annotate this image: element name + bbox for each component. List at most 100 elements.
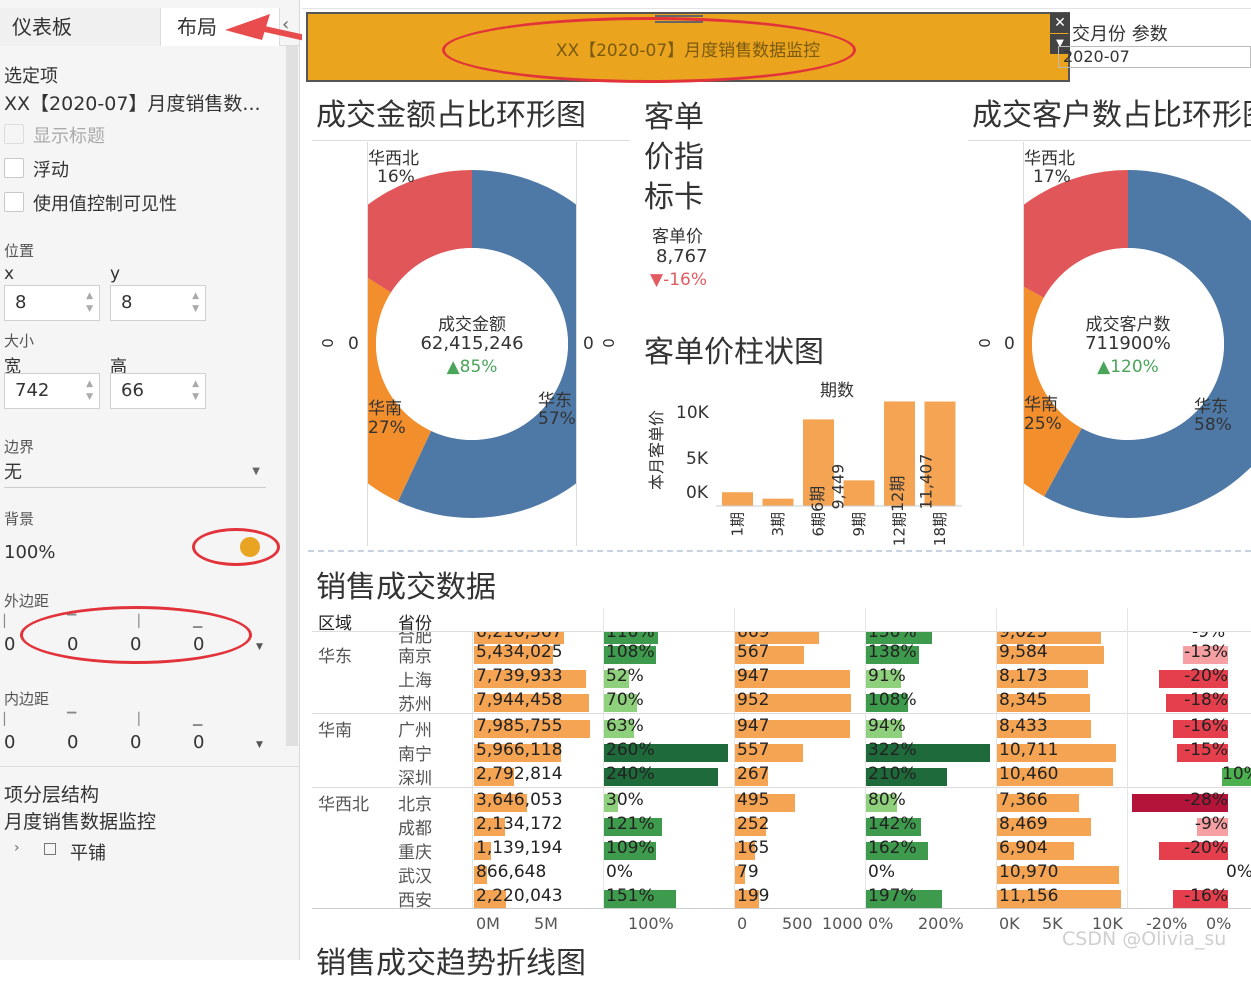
province-cell: 北京 <box>398 795 432 815</box>
price-cell: 6,904 <box>999 838 1048 858</box>
chevron-down-icon[interactable]: ▼ <box>256 642 263 652</box>
inner-left-value[interactable]: 0 <box>4 732 15 753</box>
donut2-axis-zero: 0 <box>975 338 994 348</box>
x-value: 8 <box>15 292 27 313</box>
region-cell: 华南 <box>318 721 352 741</box>
padding-top-icon: ▔ <box>67 712 77 726</box>
watermark: CSDN @Olivia_su <box>1062 928 1227 950</box>
axis-tick-label: 5M <box>534 914 558 933</box>
scrollbar[interactable] <box>286 46 298 746</box>
size-label: 大小 <box>4 332 35 350</box>
stepper-icon[interactable]: ▲ ▼ <box>86 290 93 316</box>
inner-top-value[interactable]: 0 <box>67 732 78 753</box>
donut2-center-value: 711900% <box>1085 333 1171 354</box>
tab-dashboard[interactable]: 仪表板 <box>0 8 160 46</box>
customer-cell: 495 <box>737 790 770 810</box>
chevron-down-icon[interactable]: ▼ <box>256 740 263 750</box>
donut2-label-pct: 58% <box>1194 415 1232 435</box>
y-input[interactable]: 8 ▲ ▼ <box>110 285 206 321</box>
group-line <box>312 713 1251 714</box>
customer-pct-cell: 0% <box>868 862 895 882</box>
height-input[interactable]: 66 ▲ ▼ <box>110 373 206 409</box>
bar-value: 11,407 <box>916 453 936 510</box>
x-label: x <box>4 264 15 284</box>
price-pct-cell: -16% <box>1184 886 1228 906</box>
close-icon[interactable]: ✕ <box>1050 13 1070 33</box>
ytick-label: 0K <box>686 483 708 503</box>
region-cell: 华西北 <box>318 795 369 815</box>
ytick-label: 10K <box>676 403 709 423</box>
stepper-icon[interactable]: ▲ ▼ <box>192 290 199 316</box>
chevron-right-icon[interactable]: › <box>14 840 20 856</box>
amount-cell: 5,434,025 <box>476 642 563 662</box>
width-input[interactable]: 742 ▲ ▼ <box>4 373 100 409</box>
kpi-title-line: 客单 <box>644 100 704 135</box>
inner-right-value[interactable]: 0 <box>130 732 141 753</box>
province-cell: 深圳 <box>398 769 432 789</box>
donut1-title: 成交金额占比环形图 <box>316 98 586 133</box>
stepper-icon[interactable]: ▲ ▼ <box>192 378 199 404</box>
stepper-icon[interactable]: ▲ ▼ <box>86 378 93 404</box>
province-cell: 成都 <box>398 819 432 839</box>
hierarchy-root[interactable]: 月度销售数据监控 <box>4 807 156 834</box>
section-divider <box>308 550 1251 552</box>
price-cell: 8,345 <box>999 690 1048 710</box>
inner-padding-label: 内边距 <box>4 690 50 708</box>
float-checkbox[interactable] <box>4 158 24 178</box>
price-cell: 8,433 <box>999 716 1048 736</box>
amount-cell: 1,139,194 <box>476 838 563 858</box>
axis-tick-label: 1000 <box>822 914 863 933</box>
price-pct-cell: -9% <box>1194 814 1228 834</box>
background-opacity[interactable]: 100% <box>4 542 55 563</box>
kpi-title-line: 标卡 <box>644 180 704 215</box>
amount-pct-cell: 63% <box>606 716 644 736</box>
section-rule <box>312 140 630 141</box>
outer-margin-label: 外边距 <box>4 592 50 610</box>
donut1-axis-zero: 0 <box>583 334 594 354</box>
customer-pct-cell: 197% <box>868 886 917 906</box>
donut2-label-name: 华东 <box>1194 397 1228 417</box>
padding-bottom-icon: ▁ <box>193 712 203 726</box>
param-input[interactable]: 2020-07 <box>1058 46 1251 68</box>
kpi-label: 客单价 <box>652 227 703 247</box>
table-bottom-line <box>312 908 1251 909</box>
hierarchy-child[interactable]: 平铺 <box>70 839 106 865</box>
donut2-label-pct: 25% <box>1024 414 1062 434</box>
customer-pct-cell: 322% <box>868 740 917 760</box>
bar-1期[interactable] <box>722 492 753 506</box>
selected-item-label: 选定项 <box>4 66 58 87</box>
bar-chart-ylabel: 本月客单价 <box>647 410 666 491</box>
donut1-label-pct: 57% <box>538 409 576 429</box>
inner-bottom-value[interactable]: 0 <box>193 732 204 753</box>
border-select[interactable]: 无 ▼ <box>4 458 266 488</box>
province-cell: 南京 <box>398 647 432 667</box>
table-col-rule <box>865 608 866 908</box>
axis-tick-label: 200% <box>918 914 964 933</box>
table-clip <box>312 608 1251 632</box>
customer-cell: 165 <box>737 838 770 858</box>
show-title-checkbox[interactable] <box>4 124 24 144</box>
bar-9期[interactable] <box>843 480 875 506</box>
table-col-rule <box>1127 608 1128 908</box>
param-label: 交月份 参数 <box>1072 24 1168 45</box>
amount-cell: 2,134,172 <box>476 814 563 834</box>
position-label: 位置 <box>4 242 35 260</box>
ytick-label: 5K <box>686 449 708 469</box>
canvas-top-line <box>302 8 1251 9</box>
y-value: 8 <box>121 292 133 313</box>
price-pct-cell: -13% <box>1184 642 1228 662</box>
bar-3期[interactable] <box>762 498 794 506</box>
price-pct-cell: -18% <box>1184 690 1228 710</box>
bar-value-label: 12期 <box>884 452 908 512</box>
customer-cell: 952 <box>737 690 770 710</box>
outer-left-value[interactable]: 0 <box>4 634 15 655</box>
axis-tick-label: 100% <box>628 914 674 933</box>
highlight-ring <box>192 528 280 566</box>
price-cell: 7,366 <box>999 790 1048 810</box>
axis-tick-label: 0% <box>868 914 894 933</box>
donut1-axis-zero: 0 <box>318 338 337 348</box>
customer-pct-cell: 210% <box>868 764 917 784</box>
kpi-title-line: 价指 <box>644 140 704 175</box>
x-input[interactable]: 8 ▲ ▼ <box>4 285 100 321</box>
value-visibility-checkbox[interactable] <box>4 192 24 212</box>
